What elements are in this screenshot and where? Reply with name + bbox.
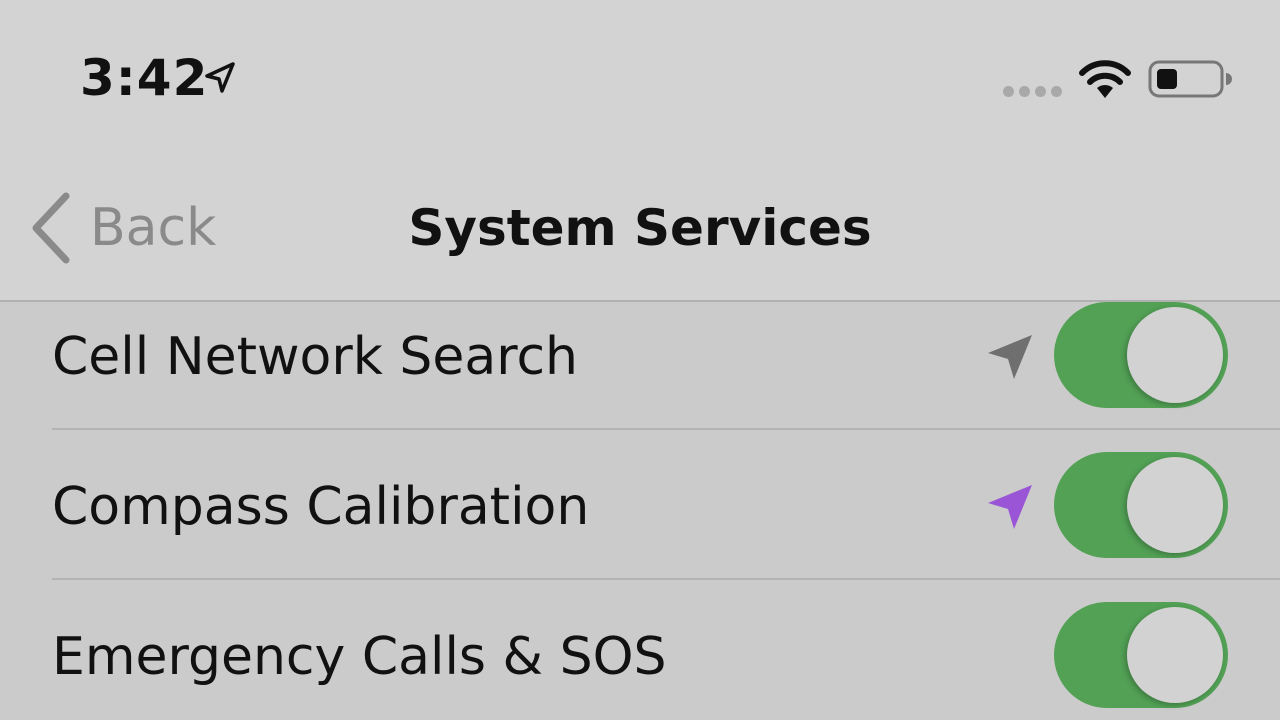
status-time: 3:42 [80, 49, 209, 107]
cell-network-search-toggle[interactable] [1054, 302, 1228, 408]
location-arrow-icon [988, 485, 1032, 529]
toggle-knob [1127, 607, 1223, 703]
row-label: Cell Network Search [52, 327, 579, 387]
compass-calibration-toggle[interactable] [1054, 452, 1228, 558]
battery-icon [1148, 60, 1232, 98]
wifi-icon [1079, 60, 1131, 98]
back-button[interactable]: Back [28, 188, 216, 268]
settings-list: Cell Network Search Compass Calibration … [0, 302, 1280, 720]
row-label: Compass Calibration [52, 477, 590, 537]
list-item-emergency-calls-sos: Emergency Calls & SOS [0, 580, 1280, 720]
location-arrow-icon [205, 62, 235, 93]
chevron-left-icon [32, 192, 70, 264]
navigation-bar: System Services Back [0, 150, 1280, 302]
back-label: Back [90, 198, 217, 258]
list-item-compass-calibration: Compass Calibration [0, 430, 1280, 580]
row-label: Emergency Calls & SOS [52, 627, 667, 687]
cellular-signal-icon [1003, 86, 1062, 98]
toggle-knob [1127, 307, 1223, 403]
emergency-calls-sos-toggle[interactable] [1054, 602, 1228, 708]
list-item-cell-network-search: Cell Network Search [0, 302, 1280, 430]
toggle-knob [1127, 457, 1223, 553]
status-bar: 3:42 [0, 0, 1280, 150]
location-arrow-icon [988, 335, 1032, 379]
system-services-screen: 3:42 System Services Back Cell Network S… [0, 0, 1280, 720]
